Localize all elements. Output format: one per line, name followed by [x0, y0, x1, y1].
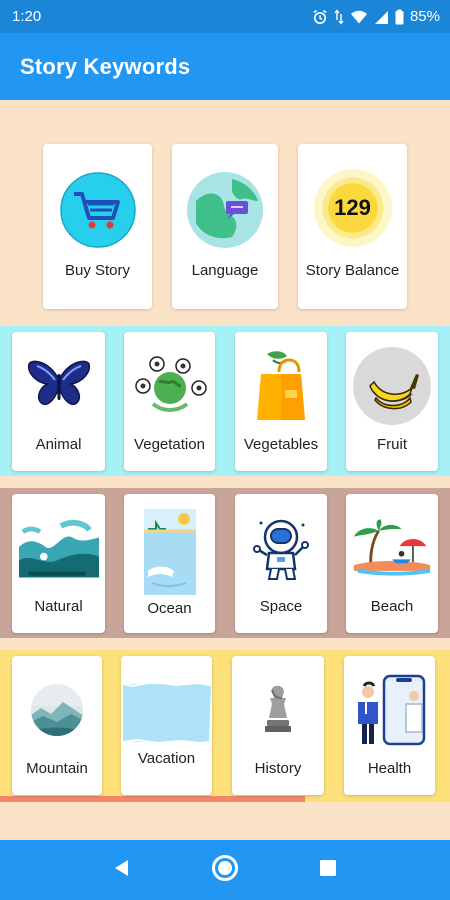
signal-icon [374, 9, 389, 25]
story-balance-card[interactable]: 129 Story Balance [298, 144, 407, 309]
coin-icon: 129 [313, 168, 393, 248]
story-balance-value: 129 [334, 195, 371, 220]
wifi-icon [350, 9, 368, 25]
status-time: 1:20 [12, 8, 42, 25]
mountain-icon [17, 670, 97, 750]
banana-icon [352, 346, 432, 426]
keyword-card-beach[interactable]: Beach [346, 494, 438, 633]
keyword-card-animal[interactable]: Animal [12, 332, 105, 471]
system-nav-bar [0, 840, 450, 900]
keyword-card-natural[interactable]: Natural [12, 494, 105, 633]
keyword-grid: Buy Story Language 129 Story Balance Ani… [0, 100, 450, 840]
data-icon [334, 8, 344, 25]
keyword-label-vegetables: Vegetables [243, 436, 319, 453]
buy-story-label: Buy Story [64, 262, 131, 279]
language-card[interactable]: Language [172, 144, 278, 309]
cart-icon [58, 170, 138, 250]
doctor-icon [350, 670, 430, 750]
keyword-label-space: Space [259, 598, 303, 615]
keyword-label-natural: Natural [34, 598, 83, 615]
scroll-progress-bar [0, 796, 305, 802]
alarm-icon [312, 9, 328, 25]
home-button[interactable] [205, 850, 245, 890]
butterfly-icon [19, 346, 99, 426]
vacation-icon [121, 678, 213, 748]
keyword-label-health: Health [367, 760, 412, 777]
shopping-bag-icon [241, 346, 321, 426]
keyword-label-vegetation: Vegetation [134, 436, 205, 453]
keyword-card-space[interactable]: Space [235, 494, 327, 633]
battery-percent: 85% [409, 8, 440, 25]
chess-icon [238, 670, 318, 750]
astronaut-icon [241, 508, 321, 588]
keyword-label-history: History [254, 760, 302, 777]
keyword-card-vegetables[interactable]: Vegetables [235, 332, 327, 471]
keyword-card-health[interactable]: Health [344, 656, 435, 795]
earth-flowers-icon [130, 346, 210, 426]
back-icon [112, 858, 132, 883]
story-balance-label: Story Balance [305, 262, 400, 279]
keyword-card-fruit[interactable]: Fruit [346, 332, 438, 471]
recents-button[interactable] [308, 850, 348, 890]
keyword-card-mountain[interactable]: Mountain [12, 656, 102, 795]
language-label: Language [191, 262, 259, 279]
keyword-label-ocean: Ocean [147, 600, 192, 617]
keyword-label-beach: Beach [370, 598, 414, 615]
ocean-icon [130, 508, 210, 596]
keyword-label-animal: Animal [35, 436, 82, 453]
keyword-label-mountain: Mountain [26, 760, 88, 777]
status-bar: 1:20 85% [0, 0, 450, 33]
landscape-icon [18, 508, 99, 588]
app-bar: Story Keywords [0, 33, 450, 100]
recents-icon [319, 859, 337, 882]
page-title: Story Keywords [20, 53, 191, 79]
keyword-label-vacation: Vacation [137, 750, 196, 767]
status-icons: 85% [312, 8, 440, 25]
keyword-label-fruit: Fruit [377, 436, 407, 453]
battery-icon [395, 9, 404, 25]
globe-icon [185, 170, 265, 250]
keyword-card-vacation[interactable]: Vacation [121, 656, 212, 795]
beach-icon [352, 508, 432, 588]
keyword-card-ocean[interactable]: Ocean [124, 494, 215, 633]
home-icon [211, 854, 239, 887]
keyword-card-vegetation[interactable]: Vegetation [124, 332, 215, 471]
keyword-card-history[interactable]: History [232, 656, 324, 795]
back-button[interactable] [102, 850, 142, 890]
buy-story-card[interactable]: Buy Story [43, 144, 152, 309]
